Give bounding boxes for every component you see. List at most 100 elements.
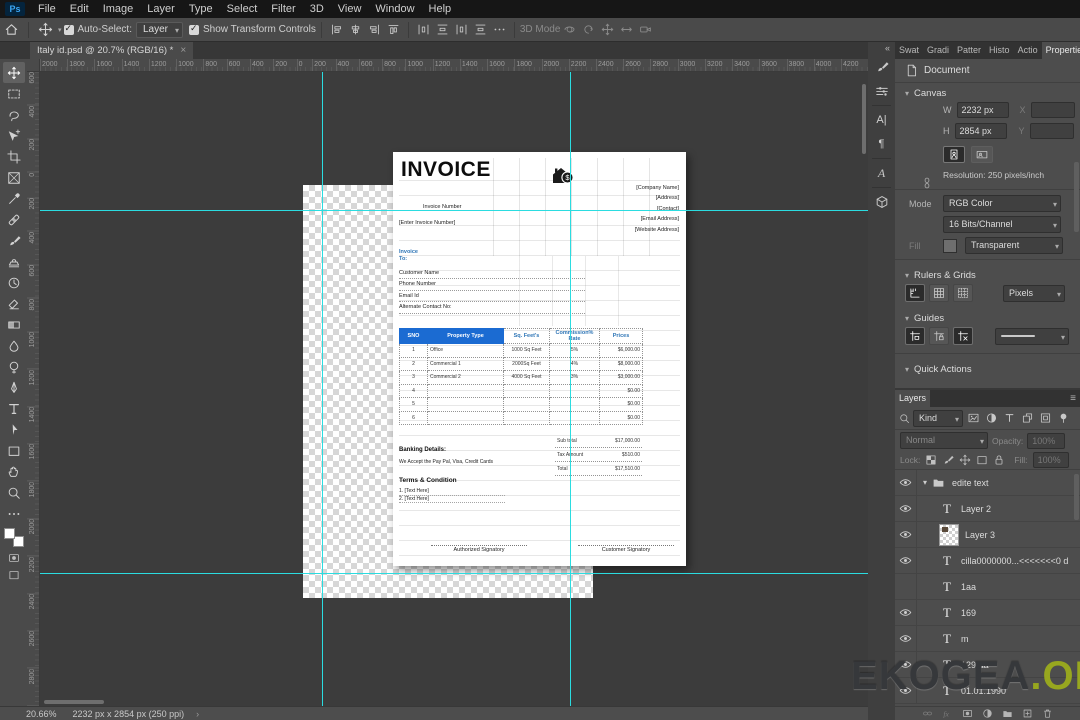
panel-tab[interactable]: Histo	[985, 42, 1014, 59]
tool-button[interactable]	[3, 104, 25, 125]
fill-dropdown[interactable]: Transparent	[965, 237, 1063, 254]
brush-settings-icon[interactable]	[869, 55, 894, 79]
canvas-vertical-scrollbar[interactable]	[862, 84, 866, 154]
guide-vertical-2[interactable]	[570, 72, 571, 706]
fill-swatch[interactable]	[943, 238, 957, 253]
guides-section-header[interactable]: ▾ Guides	[895, 308, 1080, 327]
layer-visibility-toggle[interactable]	[895, 522, 917, 547]
quick-mask-icon[interactable]	[7, 552, 21, 564]
filter-pixel-layers-icon[interactable]	[966, 411, 981, 425]
glyphs-panel-icon[interactable]: A	[869, 161, 894, 185]
layer-row[interactable]: T 01.01.1990	[895, 678, 1080, 704]
rulers-grids-section-header[interactable]: ▾ Rulers & Grids	[895, 265, 1080, 284]
panel-tab[interactable]: Properties	[1041, 42, 1080, 59]
link-layers-icon[interactable]	[922, 708, 933, 719]
distribute-horizontal2-icon[interactable]	[455, 23, 468, 36]
quick-actions-section-header[interactable]: ▾ Quick Actions	[895, 359, 1080, 378]
layer-row[interactable]: T Layer 2	[895, 496, 1080, 522]
tool-button[interactable]	[3, 440, 25, 461]
lock-guides-icon[interactable]	[929, 327, 949, 345]
group-expand-caret-icon[interactable]: ▾	[923, 478, 927, 487]
tool-button[interactable]	[3, 377, 25, 398]
filter-type-layers-icon[interactable]	[1002, 411, 1017, 425]
guide-style-dropdown[interactable]	[995, 327, 1069, 345]
menu-item[interactable]: 3D	[303, 0, 331, 18]
zoom-level-field[interactable]: 20.66%	[26, 709, 57, 719]
menu-item[interactable]: Help	[422, 0, 459, 18]
panel-tab[interactable]: Actio	[1014, 42, 1042, 59]
lock-all-icon[interactable]	[993, 454, 1005, 466]
layer-row[interactable]: ▾ edite text	[895, 470, 1080, 496]
layer-name[interactable]: m	[961, 634, 969, 644]
character-panel-icon[interactable]: A|	[869, 108, 894, 132]
tool-button[interactable]	[3, 503, 25, 524]
tool-button[interactable]	[2, 62, 25, 83]
tool-button[interactable]	[3, 230, 25, 251]
tool-button[interactable]	[3, 335, 25, 356]
align-options-ellipsis-icon[interactable]	[493, 23, 506, 36]
tool-button[interactable]	[3, 146, 25, 167]
layer-visibility-toggle[interactable]	[895, 652, 917, 677]
layer-name[interactable]: 01.01.1990	[961, 686, 1006, 696]
tool-button[interactable]	[3, 293, 25, 314]
tool-button[interactable]	[3, 83, 25, 104]
align-left-icon[interactable]	[330, 23, 343, 36]
lock-transparent-icon[interactable]	[925, 454, 937, 466]
menu-item[interactable]: Layer	[140, 0, 182, 18]
layer-name[interactable]: Layer 3	[965, 530, 995, 540]
filter-shape-layers-icon[interactable]	[1020, 411, 1035, 425]
panel-tab[interactable]: Swat	[895, 42, 923, 59]
add-mask-icon[interactable]	[962, 708, 973, 719]
guide-horizontal-1[interactable]	[40, 210, 868, 211]
tool-button[interactable]	[3, 125, 25, 146]
menu-item[interactable]: Window	[368, 0, 421, 18]
layer-name[interactable]: Layer 2	[961, 504, 991, 514]
layer-row[interactable]: T 129 aa	[895, 652, 1080, 678]
paragraph-panel-icon[interactable]: ¶	[869, 132, 894, 156]
libraries-panel-icon[interactable]	[869, 190, 894, 214]
width-field[interactable]: 2232 px	[956, 102, 1009, 118]
panel-tab[interactable]: Patter	[953, 42, 985, 59]
tool-button[interactable]	[3, 188, 25, 209]
mode-dropdown[interactable]: RGB Color	[943, 195, 1061, 212]
layers-menu-icon[interactable]: ≡	[1070, 390, 1080, 407]
panel-tab[interactable]: Gradi	[923, 42, 953, 59]
layer-visibility-toggle[interactable]	[895, 470, 917, 495]
tool-preset-caret-icon[interactable]: ▾	[58, 26, 62, 34]
menu-item[interactable]: Filter	[264, 0, 302, 18]
distribute-vertical-icon[interactable]	[436, 23, 449, 36]
layer-name[interactable]: cilla0000000...<<<<<<<0 d	[961, 556, 1068, 566]
distribute-vertical2-icon[interactable]	[474, 23, 487, 36]
status-options-caret-icon[interactable]: ›	[196, 709, 199, 719]
tool-button[interactable]	[3, 419, 25, 440]
landscape-orientation-button[interactable]	[971, 146, 993, 163]
clear-guides-icon[interactable]	[953, 327, 973, 345]
link-dimensions-icon[interactable]	[921, 172, 933, 194]
align-right-icon[interactable]	[368, 23, 381, 36]
layer-visibility-toggle[interactable]	[895, 574, 917, 599]
layers-tab[interactable]: Layers	[895, 390, 931, 407]
bit-depth-dropdown[interactable]: 16 Bits/Channel	[943, 216, 1061, 233]
menu-item[interactable]: Edit	[63, 0, 96, 18]
invoice-document[interactable]: INVOICE $ [Company Name] [Address] [Contac…	[393, 152, 686, 566]
filter-kind-dropdown[interactable]: Kind	[913, 409, 963, 427]
show-transform-checkbox[interactable]	[189, 23, 200, 35]
guides-toggle-icon[interactable]	[905, 327, 925, 345]
layer-name[interactable]: 169	[961, 608, 976, 618]
tool-button[interactable]	[3, 482, 25, 503]
properties-scrollbar[interactable]	[1074, 162, 1079, 232]
pixel-grid-toggle-icon[interactable]	[953, 284, 973, 302]
guide-vertical-1[interactable]	[322, 72, 323, 706]
layer-name[interactable]: 129 aa	[961, 660, 989, 670]
canvas-section-header[interactable]: ▾ Canvas	[895, 83, 1080, 102]
lock-position-icon[interactable]	[959, 454, 971, 466]
move-tool-icon[interactable]	[38, 22, 53, 37]
layer-row[interactable]: T 1aa	[895, 574, 1080, 600]
foreground-background-swatches[interactable]	[3, 528, 24, 547]
tool-button[interactable]	[3, 461, 25, 482]
portrait-orientation-button[interactable]	[943, 146, 965, 163]
align-top-icon[interactable]	[387, 23, 400, 36]
layer-row[interactable]: T cilla0000000...<<<<<<<0 d	[895, 548, 1080, 574]
layer-visibility-toggle[interactable]	[895, 600, 917, 625]
lock-artboard-icon[interactable]	[976, 454, 988, 466]
